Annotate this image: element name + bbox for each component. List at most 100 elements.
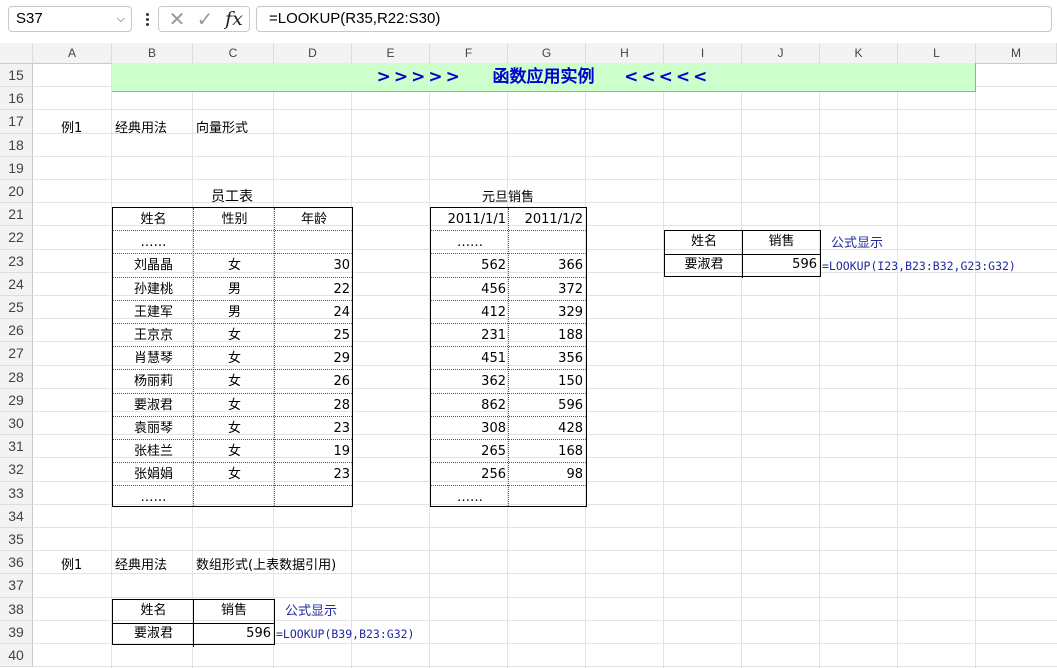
row-header-25[interactable]: 25 xyxy=(0,296,33,320)
sales-ellipsis-cell[interactable]: …… xyxy=(431,486,509,509)
sales-day1-cell[interactable]: 451 xyxy=(431,347,509,370)
sales-day2-cell[interactable]: 356 xyxy=(509,347,586,370)
employee-age-cell[interactable]: 29 xyxy=(275,347,353,370)
row-header-16[interactable]: 16 xyxy=(0,87,33,111)
row-header-40[interactable]: 40 xyxy=(0,644,33,668)
lookup2-formula-label[interactable]: 公式显示 xyxy=(282,600,337,623)
employee-header-cell[interactable]: 性别 xyxy=(194,208,275,231)
employee-name-cell[interactable]: 张娟娟 xyxy=(113,463,194,486)
employee-age-cell[interactable]: 24 xyxy=(275,301,353,324)
employee-gender-cell[interactable]: 女 xyxy=(194,394,275,417)
section2-method[interactable]: 经典用法 xyxy=(112,554,167,577)
row-header-17[interactable]: 17 xyxy=(0,110,33,134)
employee-gender-cell[interactable]: 女 xyxy=(194,254,275,277)
formula-input[interactable]: =LOOKUP(R35,R22:S30) xyxy=(256,6,1052,32)
row-header-27[interactable]: 27 xyxy=(0,342,33,366)
sales-day1-cell[interactable]: 256 xyxy=(431,463,509,486)
employee-gender-cell[interactable]: 女 xyxy=(194,370,275,393)
column-header-e[interactable]: E xyxy=(352,43,430,64)
employee-name-cell[interactable]: 肖慧琴 xyxy=(113,347,194,370)
employee-ellipsis-cell[interactable]: …… xyxy=(113,231,194,254)
sales-day2-cell[interactable]: 150 xyxy=(509,370,586,393)
sales-day1-cell[interactable]: 456 xyxy=(431,278,509,301)
lookup-header-sales[interactable]: 销售 xyxy=(194,600,274,623)
column-header-h[interactable]: H xyxy=(586,43,664,64)
lookup-result-name[interactable]: 要淑君 xyxy=(113,623,194,646)
sales-day2-cell[interactable]: 372 xyxy=(509,278,586,301)
row-header-28[interactable]: 28 xyxy=(0,365,33,389)
employee-header-cell[interactable]: 年龄 xyxy=(275,208,353,231)
employee-age-cell[interactable]: 23 xyxy=(275,463,353,486)
employee-ellipsis-cell[interactable]: …… xyxy=(113,486,194,509)
row-header-32[interactable]: 32 xyxy=(0,458,33,482)
sales-day1-cell[interactable]: 562 xyxy=(431,254,509,277)
employee-name-cell[interactable]: 张桂兰 xyxy=(113,440,194,463)
section2-form[interactable]: 数组形式(上表数据引用) xyxy=(193,554,336,577)
name-box[interactable]: S37 ⌵ xyxy=(8,6,132,32)
row-header-31[interactable]: 31 xyxy=(0,435,33,459)
column-header-j[interactable]: J xyxy=(742,43,820,64)
employee-name-cell[interactable]: 王建军 xyxy=(113,301,194,324)
column-header-l[interactable]: L xyxy=(898,43,976,64)
employee-name-cell[interactable]: 袁丽琴 xyxy=(113,417,194,440)
row-header-29[interactable]: 29 xyxy=(0,388,33,412)
row-header-23[interactable]: 23 xyxy=(0,249,33,273)
section1-example[interactable]: 例1 xyxy=(58,117,82,140)
chevron-down-icon[interactable]: ⌵ xyxy=(117,7,125,31)
sales-day2-cell[interactable]: 596 xyxy=(509,394,586,417)
column-header-i[interactable]: I xyxy=(664,43,742,64)
row-header-34[interactable]: 34 xyxy=(0,504,33,528)
row-header-18[interactable]: 18 xyxy=(0,133,33,157)
sales-day2-cell[interactable]: 366 xyxy=(509,254,586,277)
sales-day2-cell[interactable]: 98 xyxy=(509,463,586,486)
lookup-result-value[interactable]: 596 xyxy=(743,254,820,277)
sales-day1-cell[interactable]: 362 xyxy=(431,370,509,393)
employee-age-cell[interactable]: 23 xyxy=(275,417,353,440)
employee-gender-cell[interactable]: 男 xyxy=(194,278,275,301)
employee-age-cell[interactable]: 26 xyxy=(275,370,353,393)
section1-form[interactable]: 向量形式 xyxy=(193,117,248,140)
employee-name-cell[interactable]: 杨丽莉 xyxy=(113,370,194,393)
row-header-33[interactable]: 33 xyxy=(0,481,33,505)
employee-table-title[interactable]: 员工表 xyxy=(112,186,352,209)
sales-day2-cell[interactable]: 329 xyxy=(509,301,586,324)
lookup-header-name[interactable]: 姓名 xyxy=(665,231,743,254)
sales-header-cell[interactable]: 2011/1/2 xyxy=(509,208,586,231)
row-header-24[interactable]: 24 xyxy=(0,272,33,296)
employee-name-cell[interactable]: 王京京 xyxy=(113,324,194,347)
employee-age-cell[interactable]: 22 xyxy=(275,278,353,301)
sales-day2-cell[interactable]: 188 xyxy=(509,324,586,347)
employee-header-cell[interactable]: 姓名 xyxy=(113,208,194,231)
employee-gender-cell[interactable]: 男 xyxy=(194,301,275,324)
lookup-header-sales[interactable]: 销售 xyxy=(743,231,820,254)
lookup1-formula-label[interactable]: 公式显示 xyxy=(828,232,883,255)
sales-day1-cell[interactable]: 265 xyxy=(431,440,509,463)
sales-day1-cell[interactable]: 231 xyxy=(431,324,509,347)
row-header-38[interactable]: 38 xyxy=(0,597,33,621)
employee-age-cell[interactable]: 28 xyxy=(275,394,353,417)
column-header-c[interactable]: C xyxy=(193,43,274,64)
row-header-19[interactable]: 19 xyxy=(0,156,33,180)
row-header-21[interactable]: 21 xyxy=(0,203,33,227)
row-header-36[interactable]: 36 xyxy=(0,551,33,575)
insert-function-icon[interactable]: fx xyxy=(221,7,247,31)
more-options-icon[interactable] xyxy=(142,8,152,30)
column-header-g[interactable]: G xyxy=(508,43,586,64)
sales-ellipsis-cell[interactable]: …… xyxy=(431,231,509,254)
row-header-22[interactable]: 22 xyxy=(0,226,33,250)
lookup2-formula-text[interactable]: =LOOKUP(B39,B23:G32) xyxy=(276,623,414,646)
sales-day2-cell[interactable]: 428 xyxy=(509,417,586,440)
section2-example[interactable]: 例1 xyxy=(58,554,82,577)
column-header-a[interactable]: A xyxy=(33,43,112,64)
employee-gender-cell[interactable]: 女 xyxy=(194,463,275,486)
row-header-35[interactable]: 35 xyxy=(0,528,33,552)
column-header-k[interactable]: K xyxy=(820,43,898,64)
employee-name-cell[interactable]: 孙建桃 xyxy=(113,278,194,301)
employee-name-cell[interactable]: 刘晶晶 xyxy=(113,254,194,277)
lookup1-formula-text[interactable]: =LOOKUP(I23,B23:B32,G23:G32) xyxy=(822,255,1016,278)
row-header-15[interactable]: 15 xyxy=(0,64,33,88)
section1-method[interactable]: 经典用法 xyxy=(112,117,167,140)
employee-gender-cell[interactable]: 女 xyxy=(194,417,275,440)
row-header-39[interactable]: 39 xyxy=(0,620,33,644)
sales-day1-cell[interactable]: 412 xyxy=(431,301,509,324)
